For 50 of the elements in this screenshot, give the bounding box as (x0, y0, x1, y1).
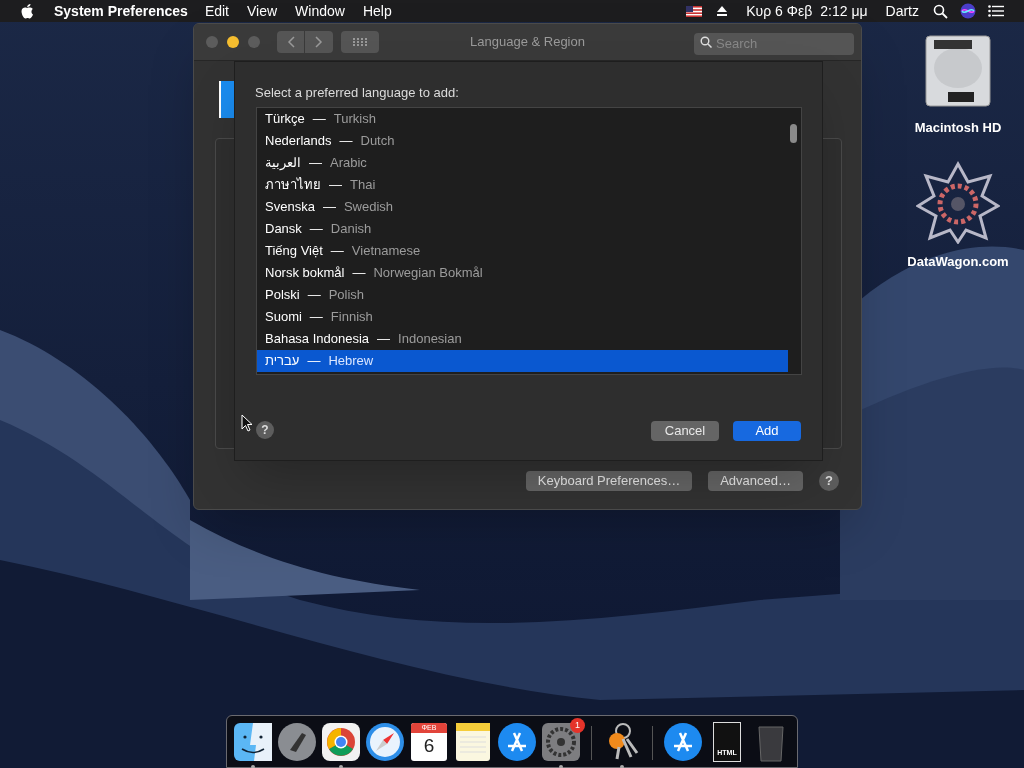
menu-icon[interactable] (988, 5, 1004, 17)
prompt-text: Select a preferred language to add: (255, 84, 459, 102)
menu-item[interactable]: Window (295, 0, 345, 22)
add-button[interactable]: Add (733, 421, 801, 441)
menu-item[interactable]: View (247, 0, 278, 22)
cancel-button[interactable]: Cancel (651, 421, 719, 441)
menu-item[interactable]: Edit (204, 0, 229, 22)
chrome-icon[interactable] (320, 721, 362, 763)
siri-icon[interactable] (960, 3, 976, 19)
grid-icon (353, 38, 367, 46)
window-title: Language & Region (470, 33, 585, 52)
language-row[interactable]: Suomi — Finnish (257, 306, 788, 328)
app-store-icon[interactable] (662, 721, 704, 763)
app-menu[interactable]: System Preferences (54, 0, 188, 22)
help-button[interactable]: ? (819, 471, 839, 491)
clock-text[interactable]: 2:12 μμ (820, 0, 868, 22)
desktop-icon-label[interactable]: DataWagon.com (907, 251, 1009, 271)
language-row[interactable]: Nederlands — Dutch (257, 130, 788, 152)
menu-item[interactable]: Help (362, 0, 392, 22)
language-row[interactable]: Türkçe — Turkish (257, 108, 788, 130)
chevron-right-icon (315, 36, 323, 48)
search-icon[interactable] (933, 3, 948, 19)
preferences-button[interactable]: Keyboard Preferences… (525, 471, 693, 491)
language-row[interactable]: Dansk — Danish (257, 218, 788, 240)
gear-icon[interactable] (540, 721, 582, 763)
star-pattern-icon[interactable] (916, 159, 1000, 244)
language-row[interactable]: Norsk bokmål — Norwegian Bokmål (257, 262, 788, 284)
language-row[interactable]: ภาษาไทย — Thai (257, 174, 788, 196)
user-name[interactable]: Dartz (885, 0, 919, 22)
notification-badge: 1 (570, 718, 585, 733)
app-store-icon[interactable] (496, 721, 538, 763)
search-icon (700, 36, 712, 48)
face-icon[interactable] (232, 721, 274, 763)
preferences-button[interactable]: Advanced… (708, 471, 803, 491)
language-row[interactable]: Bahasa Indonesia — Indonesian (257, 328, 788, 350)
desktop-icon-label[interactable]: Macintosh HD (914, 118, 1002, 138)
cursor-icon (241, 414, 253, 432)
apple-icon[interactable] (20, 3, 34, 19)
minimize-button[interactable] (227, 36, 239, 48)
language-row[interactable]: Svenska — Swedish (257, 196, 788, 218)
help-button[interactable]: ? (256, 421, 274, 439)
chevron-left-icon (286, 36, 295, 48)
compass-icon[interactable] (364, 721, 406, 763)
calendar-day: 6 (423, 733, 435, 759)
show-all-button[interactable] (341, 31, 379, 53)
date-text[interactable]: Κυρ 6 Φεβ (746, 0, 813, 22)
language-row[interactable]: Polski — Polish (257, 284, 788, 306)
scrollbar-thumb[interactable] (790, 124, 797, 143)
language-row[interactable]: Tiếng Việt — Vietnamese (257, 240, 788, 262)
eject-icon[interactable] (716, 5, 729, 17)
